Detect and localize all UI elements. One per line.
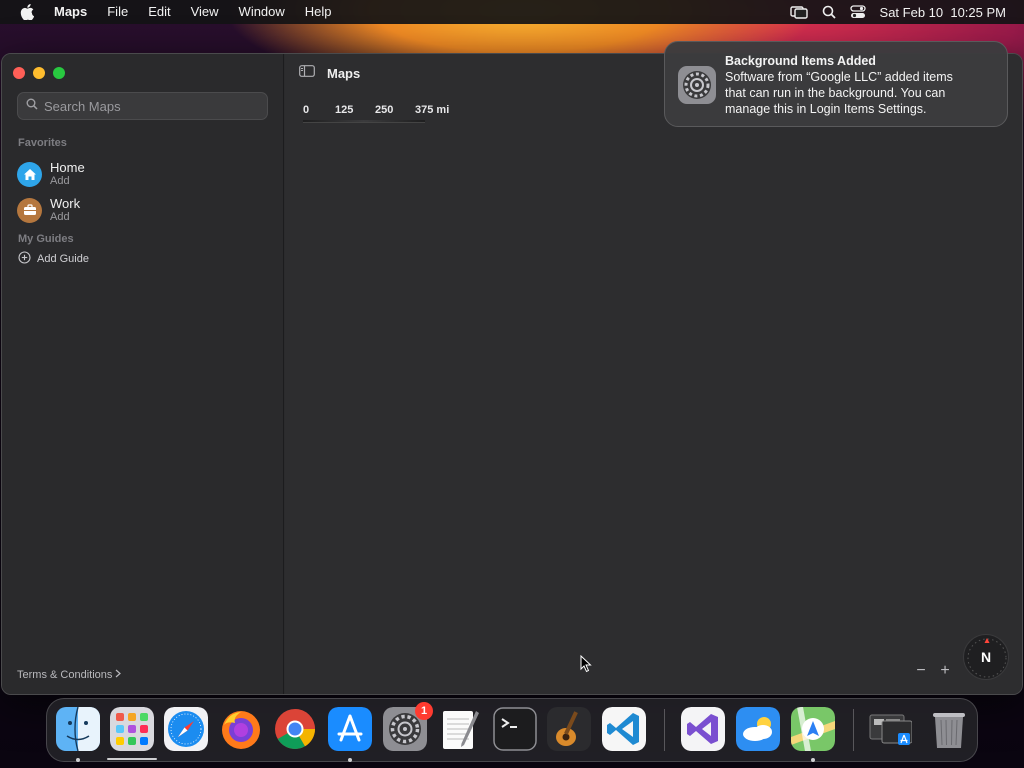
app-store-running-indicator <box>348 758 352 762</box>
zoom-out-button[interactable]: − <box>914 662 928 680</box>
notification-title: Background Items Added <box>725 54 876 68</box>
favorite-home-subtitle: Add <box>50 175 70 187</box>
apple-menu-icon[interactable] <box>10 4 44 20</box>
system-settings-badge: 1 <box>415 702 433 720</box>
textedit-icon[interactable] <box>438 707 482 751</box>
my-guides-heading: My Guides <box>18 233 74 245</box>
finder-icon[interactable] <box>56 707 100 751</box>
dock-separator-2 <box>853 709 854 751</box>
map-view[interactable]: Maps 0 125 250 375 mi − + N <box>285 54 1022 694</box>
notification-message-line-2: that can run in the background. You can <box>725 86 946 100</box>
terms-link[interactable]: Terms & Conditions <box>17 669 122 681</box>
dock: 1 <box>46 698 978 762</box>
garageband-icon[interactable] <box>547 707 591 751</box>
compass-button[interactable]: N <box>963 634 1009 680</box>
chrome-icon[interactable] <box>273 707 317 751</box>
window-title: Maps <box>327 65 361 81</box>
window-controls <box>13 67 65 79</box>
mouse-pointer-icon <box>580 654 592 678</box>
favorite-home-title: Home <box>50 160 85 175</box>
app-store-icon[interactable] <box>328 707 372 751</box>
menu-view[interactable]: View <box>181 0 229 24</box>
sidebar-toggle-icon[interactable] <box>299 64 315 82</box>
menu-bar: Maps File Edit View Window Help Sat Feb … <box>0 0 1024 24</box>
zoom-in-button[interactable]: + <box>938 662 952 680</box>
menu-help[interactable]: Help <box>295 0 342 24</box>
downloads-stack-icon[interactable] <box>868 707 912 751</box>
favorite-home[interactable]: Home Add <box>17 160 85 188</box>
maps-window: Favorites Home Add Work Add My Guides <box>1 53 1023 695</box>
favorite-work-subtitle: Add <box>50 211 70 223</box>
scale-bar <box>303 120 425 123</box>
terms-label: Terms & Conditions <box>17 669 113 681</box>
search-field[interactable] <box>17 92 268 120</box>
minimize-window-button[interactable] <box>33 67 45 79</box>
scale-label-0: 0 <box>303 104 310 116</box>
compass-north-label: N <box>980 649 992 665</box>
plus-circle-icon <box>18 251 31 267</box>
maps-icon[interactable] <box>791 707 835 751</box>
firefox-icon[interactable] <box>219 707 263 751</box>
favorites-heading: Favorites <box>18 137 67 149</box>
launchpad-indicator <box>107 758 157 760</box>
menu-file[interactable]: File <box>97 0 138 24</box>
trash-icon[interactable] <box>927 707 971 751</box>
favorite-work-title: Work <box>50 196 81 211</box>
favorite-work[interactable]: Work Add <box>17 196 80 224</box>
safari-icon[interactable] <box>164 707 208 751</box>
notification-banner[interactable]: Background Items Added Software from “Go… <box>664 41 1008 127</box>
screen-mirroring-icon[interactable] <box>789 5 808 19</box>
search-icon <box>26 97 38 115</box>
briefcase-icon <box>17 197 42 223</box>
maps-running-indicator <box>811 758 815 762</box>
map-scale: 0 125 250 375 mi <box>303 104 449 123</box>
system-settings-gear-icon <box>677 65 717 105</box>
house-icon <box>17 161 42 187</box>
search-input[interactable] <box>44 98 254 114</box>
vscode-icon[interactable] <box>602 707 646 751</box>
menubar-clock[interactable]: Sat Feb 10 10:25 PM <box>880 5 1006 20</box>
control-center-icon[interactable] <box>849 5 866 19</box>
spotlight-search-icon[interactable] <box>822 5 836 19</box>
menu-window[interactable]: Window <box>229 0 295 24</box>
close-window-button[interactable] <box>13 67 25 79</box>
dock-separator <box>664 709 665 751</box>
finder-running-indicator <box>76 758 80 762</box>
add-guide-button[interactable]: Add Guide <box>18 251 89 267</box>
launchpad-icon[interactable] <box>110 707 154 751</box>
add-guide-label: Add Guide <box>37 253 89 265</box>
zoom-window-button[interactable] <box>53 67 65 79</box>
sidebar: Favorites Home Add Work Add My Guides <box>2 54 284 694</box>
terminal-icon[interactable] <box>493 707 537 751</box>
notification-message-line-3: manage this in Login Items Settings. <box>725 102 927 116</box>
notification-message-line-1: Software from “Google LLC” added items <box>725 70 953 84</box>
menu-app-maps[interactable]: Maps <box>44 0 97 24</box>
scale-label-125: 125 <box>335 104 354 116</box>
visual-studio-icon[interactable] <box>681 707 725 751</box>
menu-edit[interactable]: Edit <box>138 0 180 24</box>
scale-label-250: 250 <box>375 104 394 116</box>
scale-label-375: 375 mi <box>415 104 450 116</box>
weather-icon[interactable] <box>736 707 780 751</box>
chevron-right-icon <box>115 669 122 681</box>
zoom-controls: − + <box>914 662 952 680</box>
